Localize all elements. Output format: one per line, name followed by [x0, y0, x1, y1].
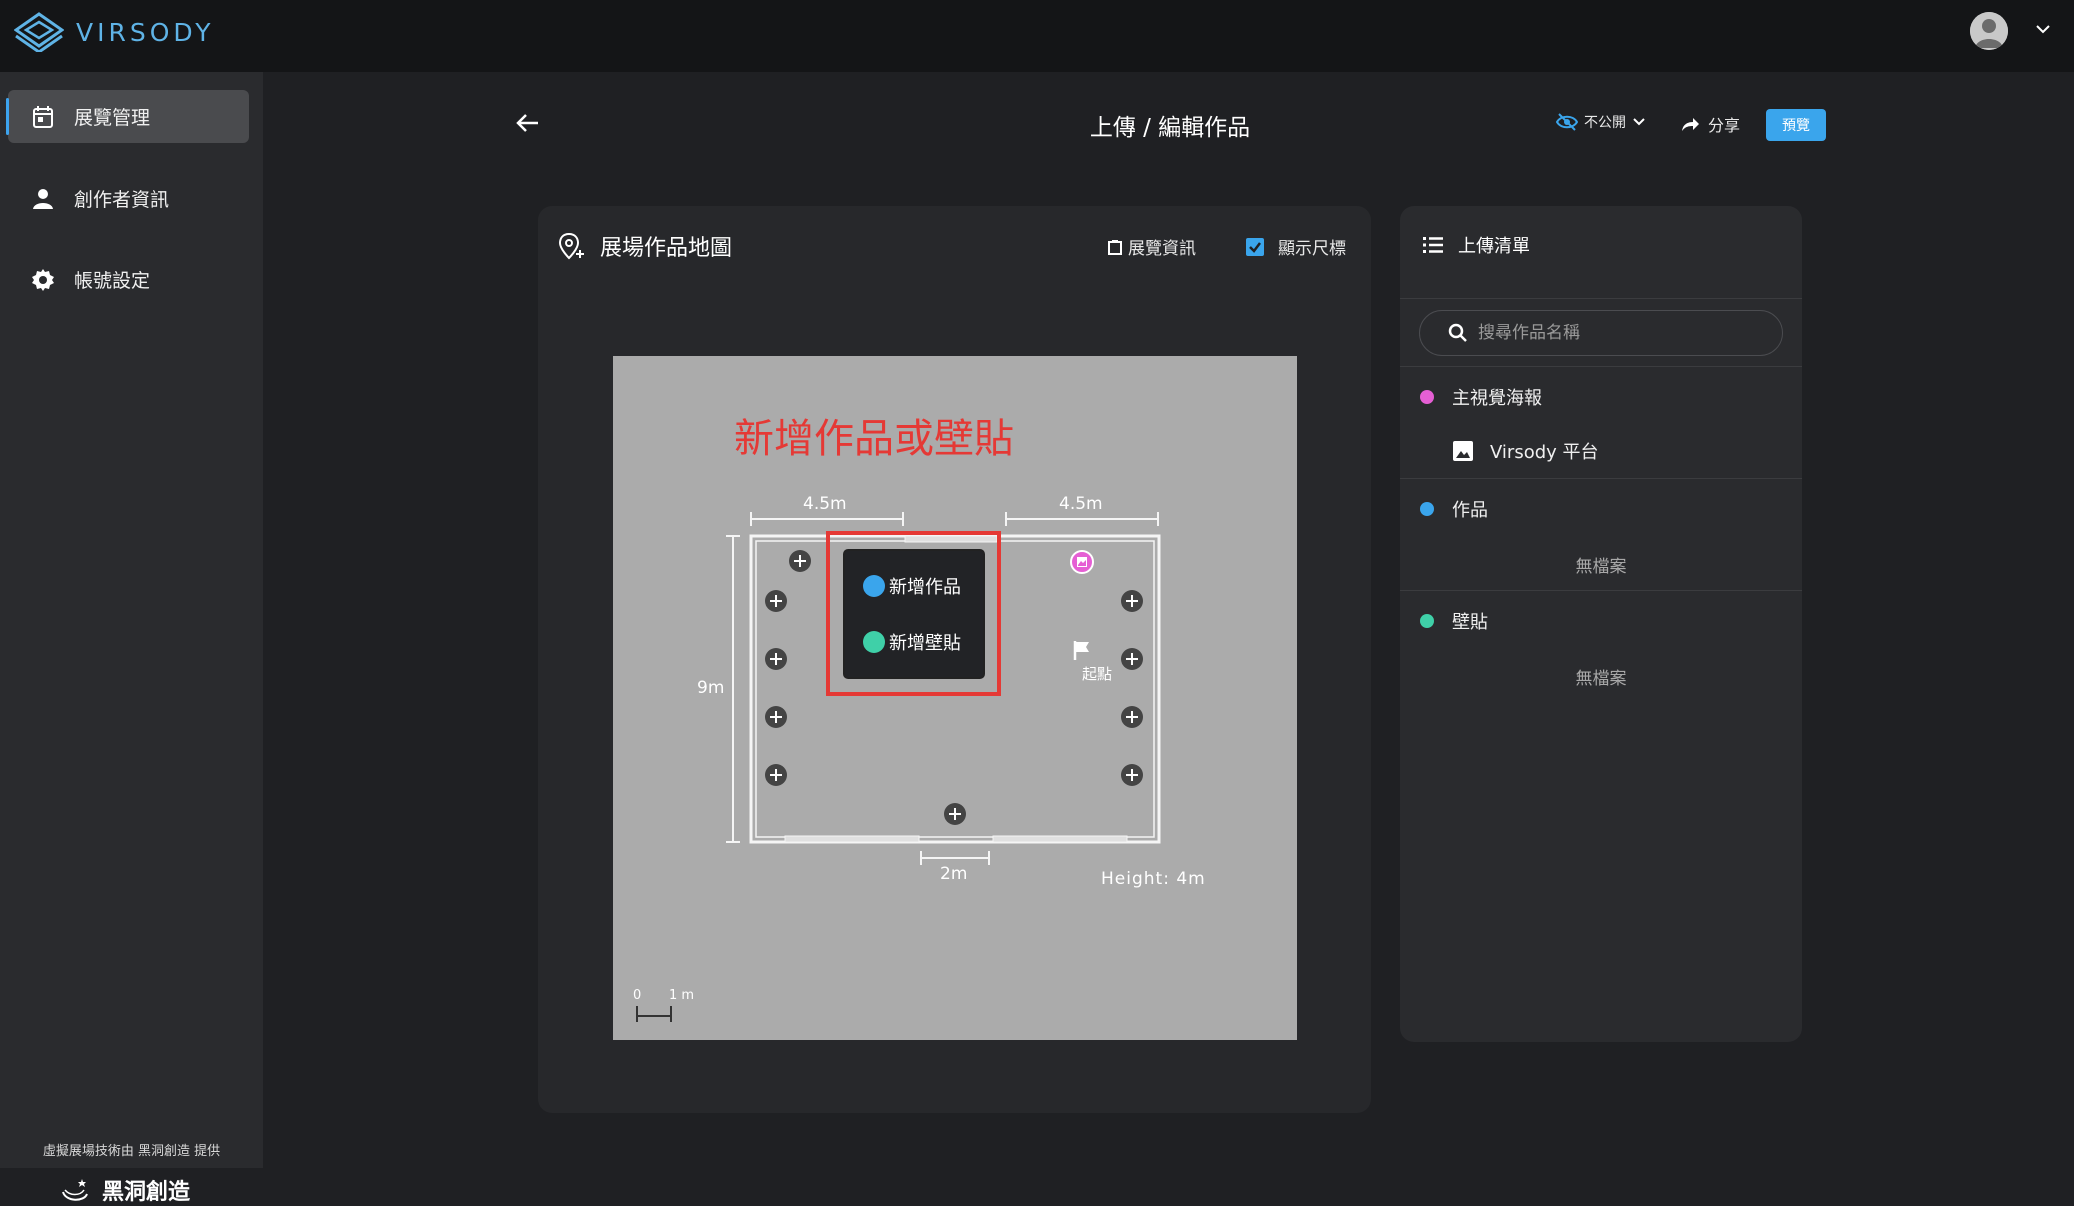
sticker-dot [863, 631, 885, 653]
chevron-down-icon[interactable] [2034, 20, 2052, 38]
add-item-popup: 新增作品 新增壁貼 [843, 549, 985, 679]
start-flag-icon [1073, 641, 1089, 660]
sidebar-item-label: 帳號設定 [74, 270, 151, 292]
chevron-down-icon [1633, 118, 1645, 126]
poster-category-dot [1420, 390, 1434, 404]
map-card-header: 展場作品地圖 [558, 230, 732, 262]
gear-icon [28, 265, 58, 295]
start-label: 起點 [1082, 665, 1113, 683]
exhibition-map-card: 展場作品地圖 展覽資訊 顯示尺標 新增作品或壁貼 4.5m 4.5m 9m 2m… [538, 206, 1371, 1113]
add-spot-button[interactable] [788, 549, 812, 573]
upload-list-header: 上傳清單 [1422, 232, 1530, 258]
clipboard-icon [1108, 239, 1122, 255]
search-input[interactable] [1478, 323, 1758, 343]
divider [1400, 590, 1802, 591]
blackhole-logo-icon [62, 1179, 88, 1201]
sidebar: 展覽管理 創作者資訊 帳號設定 虛擬展場技術由 黑洞創造 提供 黑洞創造 [0, 72, 263, 1205]
sidebar-item-label: 創作者資訊 [74, 189, 170, 211]
sidebar-item-exhibition-management[interactable]: 展覽管理 [6, 90, 249, 143]
logo-text: VIRSODY [76, 17, 215, 47]
calendar-icon [28, 102, 58, 132]
floor-plan-area[interactable]: 新增作品或壁貼 4.5m 4.5m 9m 2m Height: 4m 起點 新增… [613, 356, 1297, 1040]
scale-zero: 0 [633, 988, 642, 1003]
category-main-poster[interactable]: 主視覺海報 [1420, 384, 1542, 410]
preview-button[interactable]: 預覽 [1766, 109, 1826, 141]
dimension-left: 9m [697, 678, 725, 698]
show-ruler-checkbox[interactable] [1246, 237, 1264, 256]
blackhole-brand[interactable]: 黑洞創造 [60, 1174, 190, 1206]
dimension-top-left: 4.5m [803, 494, 847, 514]
brand-text: 黑洞創造 [102, 1180, 191, 1205]
add-artwork-label: 新增作品 [889, 577, 961, 598]
list-icon [1423, 237, 1443, 253]
divider [1400, 478, 1802, 479]
scale-one: 1 m [669, 988, 695, 1003]
artwork-empty-text: 無檔案 [1575, 557, 1627, 577]
exhibition-info-link[interactable]: 展覽資訊 [1108, 234, 1196, 259]
floor-plan [726, 512, 1161, 865]
privacy-dropdown[interactable]: 不公開 [1556, 112, 1646, 132]
sidebar-item-account-settings[interactable]: 帳號設定 [8, 253, 249, 306]
upload-list-card: 上傳清單 主視覺海報 Virsody 平台 作品 無檔案 壁貼 無檔案 [1400, 206, 1802, 1042]
room-height: Height: 4m [1101, 869, 1206, 889]
artwork-dot [863, 575, 885, 597]
privacy-label: 不公開 [1584, 115, 1626, 131]
user-avatar[interactable] [1970, 12, 2008, 50]
add-spot-button[interactable] [1120, 589, 1144, 613]
virsody-logo[interactable]: VIRSODY [14, 12, 215, 52]
add-spot-button[interactable] [1120, 763, 1144, 787]
search-icon [1448, 323, 1467, 342]
share-button[interactable]: 分享 [1680, 112, 1740, 136]
show-ruler-label: 顯示尺標 [1278, 239, 1346, 259]
add-artwork-option[interactable]: 新增作品 [863, 573, 961, 599]
top-bar: VIRSODY [0, 0, 2074, 72]
sticker-category-dot [1420, 614, 1434, 628]
add-sticker-option[interactable]: 新增壁貼 [863, 629, 961, 655]
avatar-icon [1970, 12, 2008, 50]
dimension-bottom: 2m [940, 864, 968, 884]
add-spot-button[interactable] [764, 589, 788, 613]
technology-credit: 虛擬展場技術由 黑洞創造 提供 [42, 1144, 221, 1159]
add-spot-button[interactable] [1120, 705, 1144, 729]
virsody-logo-icon [14, 12, 64, 52]
scale-bar [636, 1006, 672, 1022]
artwork-category-dot [1420, 502, 1434, 516]
add-spot-button[interactable] [943, 802, 967, 826]
category-artwork[interactable]: 作品 [1420, 496, 1488, 522]
artwork-search-field[interactable] [1419, 310, 1783, 356]
poster-marker-icon[interactable] [1220, 549, 1246, 575]
divider [1400, 298, 1802, 299]
person-icon [28, 184, 58, 214]
dimension-top-right: 4.5m [1059, 494, 1103, 514]
add-spot-button[interactable] [764, 763, 788, 787]
page-title: 上傳 / 編輯作品 [1089, 115, 1251, 141]
eye-off-icon [1556, 113, 1578, 131]
share-label: 分享 [1708, 116, 1741, 135]
poster-file-name: Virsody 平台 [1490, 442, 1599, 463]
show-ruler-toggle[interactable]: 顯示尺標 [1246, 234, 1346, 259]
add-spot-button[interactable] [764, 647, 788, 671]
poster-marker-icon[interactable] [1069, 549, 1095, 575]
sticker-empty-text: 無檔案 [1575, 669, 1627, 689]
share-arrow-icon [1682, 118, 1699, 131]
add-spot-button[interactable] [764, 705, 788, 729]
add-sticker-label: 新增壁貼 [889, 633, 961, 654]
map-card-title: 展場作品地圖 [600, 236, 733, 261]
category-label: 作品 [1452, 500, 1488, 521]
exhibition-info-label: 展覽資訊 [1128, 239, 1196, 259]
sidebar-item-label: 展覽管理 [74, 107, 151, 129]
poster-file-item[interactable]: Virsody 平台 [1452, 438, 1599, 464]
divider [1400, 366, 1802, 367]
category-label: 主視覺海報 [1452, 388, 1542, 409]
add-spot-button[interactable] [1120, 647, 1144, 671]
upload-list-title: 上傳清單 [1458, 236, 1530, 257]
category-sticker[interactable]: 壁貼 [1420, 608, 1488, 634]
image-icon [1453, 441, 1473, 461]
checkmark-icon [1249, 241, 1261, 253]
map-pin-add-icon [558, 232, 584, 260]
sidebar-item-creator-info[interactable]: 創作者資訊 [8, 172, 249, 225]
category-label: 壁貼 [1452, 612, 1488, 633]
back-arrow-icon[interactable] [513, 108, 543, 138]
